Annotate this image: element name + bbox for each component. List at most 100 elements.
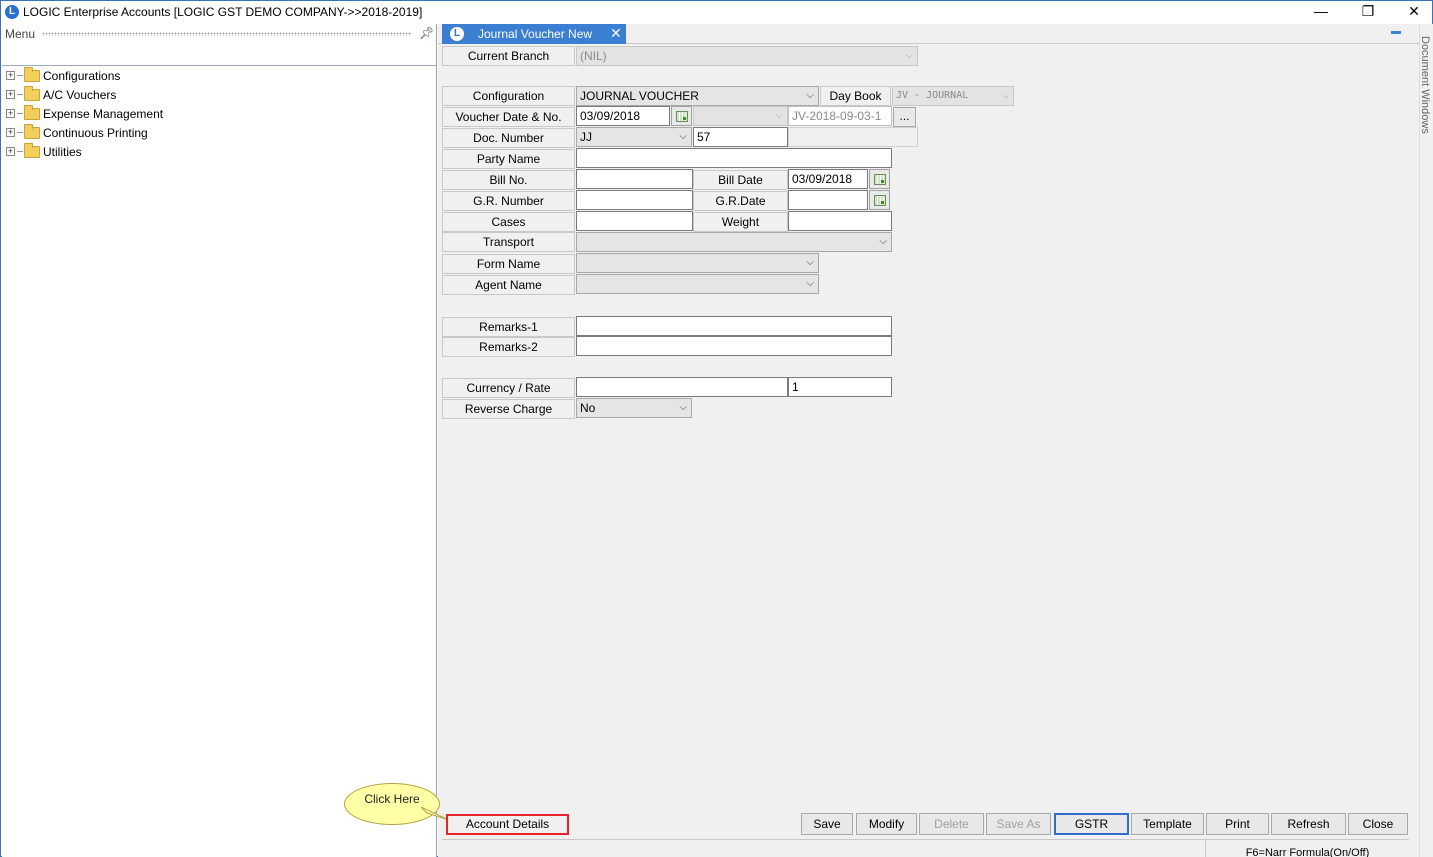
- close-tab-icon[interactable]: ✕: [610, 25, 622, 42]
- expand-icon[interactable]: +: [6, 90, 15, 99]
- day-book-label: Day Book: [820, 86, 891, 106]
- current-branch-label: Current Branch: [442, 46, 575, 66]
- template-button[interactable]: Template: [1131, 813, 1204, 835]
- pin-icon[interactable]: 📌︎: [419, 26, 434, 40]
- account-details-button[interactable]: Account Details: [446, 814, 569, 835]
- bill-date-input[interactable]: 03/09/2018: [788, 169, 868, 189]
- reverse-charge-select[interactable]: No ⌵: [576, 398, 692, 418]
- menu-header: Menu 📌︎: [2, 24, 436, 44]
- tree-item-label: Continuous Printing: [43, 125, 148, 140]
- menu-title: Menu: [5, 27, 36, 41]
- close-window-button[interactable]: ✕: [1391, 1, 1433, 23]
- folder-icon: [24, 104, 40, 120]
- remarks2-input[interactable]: [576, 336, 892, 356]
- gr-date-calendar-button[interactable]: [869, 190, 890, 210]
- tree-connector: [17, 113, 23, 114]
- gr-number-input[interactable]: [576, 190, 693, 210]
- currency-rate-label: Currency / Rate: [442, 378, 575, 398]
- voucher-series-select[interactable]: ⌵: [693, 106, 788, 126]
- doc-prefix-value: JJ: [580, 130, 592, 144]
- tree-item-utilities[interactable]: + Utilities: [6, 142, 82, 161]
- reverse-charge-value: No: [580, 401, 596, 415]
- transport-select[interactable]: ⌵: [576, 232, 892, 252]
- folder-icon: [24, 66, 40, 82]
- document-tab-strip: L Journal Voucher New ✕ ▬: [438, 24, 1419, 44]
- form-name-label: Form Name: [442, 254, 575, 274]
- remarks1-input[interactable]: [576, 316, 892, 336]
- party-name-label: Party Name: [442, 149, 575, 169]
- agent-name-select[interactable]: ⌵: [576, 274, 819, 294]
- bill-no-input[interactable]: [576, 169, 693, 189]
- configuration-value: JOURNAL VOUCHER: [580, 89, 699, 103]
- title-bar: L LOGIC Enterprise Accounts [LOGIC GST D…: [1, 1, 1432, 23]
- currency-input[interactable]: [576, 377, 788, 397]
- calendar-icon: [676, 111, 688, 122]
- minimize-button[interactable]: —: [1298, 1, 1344, 23]
- current-branch-value: (NIL): [580, 49, 607, 63]
- save-as-button[interactable]: Save As: [986, 813, 1051, 835]
- close-button[interactable]: Close: [1348, 813, 1408, 835]
- gstr-button[interactable]: GSTR: [1054, 813, 1129, 835]
- folder-icon: [24, 85, 40, 101]
- bill-date-calendar-button[interactable]: [869, 169, 890, 189]
- tree-item-expense-management[interactable]: + Expense Management: [6, 104, 163, 123]
- menu-panel: Menu 📌︎ + Configurations + A/C Vouchers …: [2, 24, 437, 857]
- tab-list-dropdown-icon[interactable]: ▬: [1391, 26, 1401, 37]
- document-windows-strip[interactable]: Document Windows: [1419, 24, 1433, 857]
- rate-input[interactable]: 1: [788, 377, 892, 397]
- app-logo-icon: L: [450, 27, 464, 41]
- gr-date-input[interactable]: [788, 190, 868, 210]
- expand-icon[interactable]: +: [6, 128, 15, 137]
- chevron-down-icon: ⌵: [679, 402, 687, 413]
- agent-name-label: Agent Name: [442, 275, 575, 295]
- expand-icon[interactable]: +: [6, 71, 15, 80]
- expand-icon[interactable]: +: [6, 109, 15, 118]
- tree-item-label: Expense Management: [43, 106, 164, 121]
- day-book-value: JV - JOURNAL: [896, 90, 969, 101]
- print-button[interactable]: Print: [1206, 813, 1269, 835]
- form-name-select[interactable]: ⌵: [576, 253, 819, 273]
- tree-item-ac-vouchers[interactable]: + A/C Vouchers: [6, 85, 116, 104]
- chevron-down-icon: ⌵: [905, 50, 913, 61]
- voucher-date-label: Voucher Date & No.: [442, 107, 575, 127]
- doc-prefix-select[interactable]: JJ ⌵: [576, 127, 692, 147]
- tree-item-label: Utilities: [43, 144, 82, 159]
- calendar-icon: [874, 195, 886, 206]
- save-button[interactable]: Save: [801, 813, 853, 835]
- folder-icon: [24, 142, 40, 158]
- voucher-date-input[interactable]: 03/09/2018: [576, 106, 670, 126]
- doc-number-input[interactable]: 57: [693, 127, 788, 147]
- doc-number-label: Doc. Number: [442, 128, 575, 148]
- chevron-down-icon: ⌵: [806, 257, 814, 268]
- app-logo-icon: L: [5, 5, 19, 19]
- current-branch-select[interactable]: (NIL) ⌵: [576, 46, 918, 66]
- remarks2-label: Remarks-2: [442, 337, 575, 357]
- tree-item-label: A/C Vouchers: [43, 87, 117, 102]
- cases-input[interactable]: [576, 211, 693, 231]
- tab-journal-voucher-new[interactable]: L Journal Voucher New ✕: [442, 24, 626, 44]
- bill-date-label: Bill Date: [693, 170, 788, 190]
- weight-input[interactable]: [788, 211, 892, 231]
- callout-pointer: [421, 807, 449, 821]
- cases-label: Cases: [442, 212, 575, 232]
- voucher-date-calendar-button[interactable]: [671, 106, 692, 126]
- folder-icon: [24, 123, 40, 139]
- configuration-select[interactable]: JOURNAL VOUCHER ⌵: [576, 86, 819, 106]
- tree-item-configurations[interactable]: + Configurations: [6, 66, 120, 85]
- doc-number-spacer: [788, 127, 918, 147]
- refresh-button[interactable]: Refresh: [1271, 813, 1346, 835]
- configuration-label: Configuration: [442, 86, 575, 106]
- reverse-charge-label: Reverse Charge: [442, 399, 575, 419]
- gr-number-label: G.R. Number: [442, 191, 575, 211]
- voucher-number-browse-button[interactable]: ...: [893, 107, 916, 127]
- maximize-button[interactable]: ❐: [1345, 1, 1391, 23]
- status-hint: F6=Narr Formula(On/Off): [1205, 839, 1409, 857]
- tree-item-continuous-printing[interactable]: + Continuous Printing: [6, 123, 148, 142]
- expand-icon[interactable]: +: [6, 147, 15, 156]
- modify-button[interactable]: Modify: [856, 813, 917, 835]
- tree-connector: [17, 94, 23, 95]
- voucher-number-field: JV-2018-09-03-1: [788, 106, 892, 126]
- delete-button[interactable]: Delete: [919, 813, 984, 835]
- day-book-select[interactable]: JV - JOURNAL ⌵: [892, 86, 1014, 106]
- party-name-input[interactable]: [576, 148, 892, 168]
